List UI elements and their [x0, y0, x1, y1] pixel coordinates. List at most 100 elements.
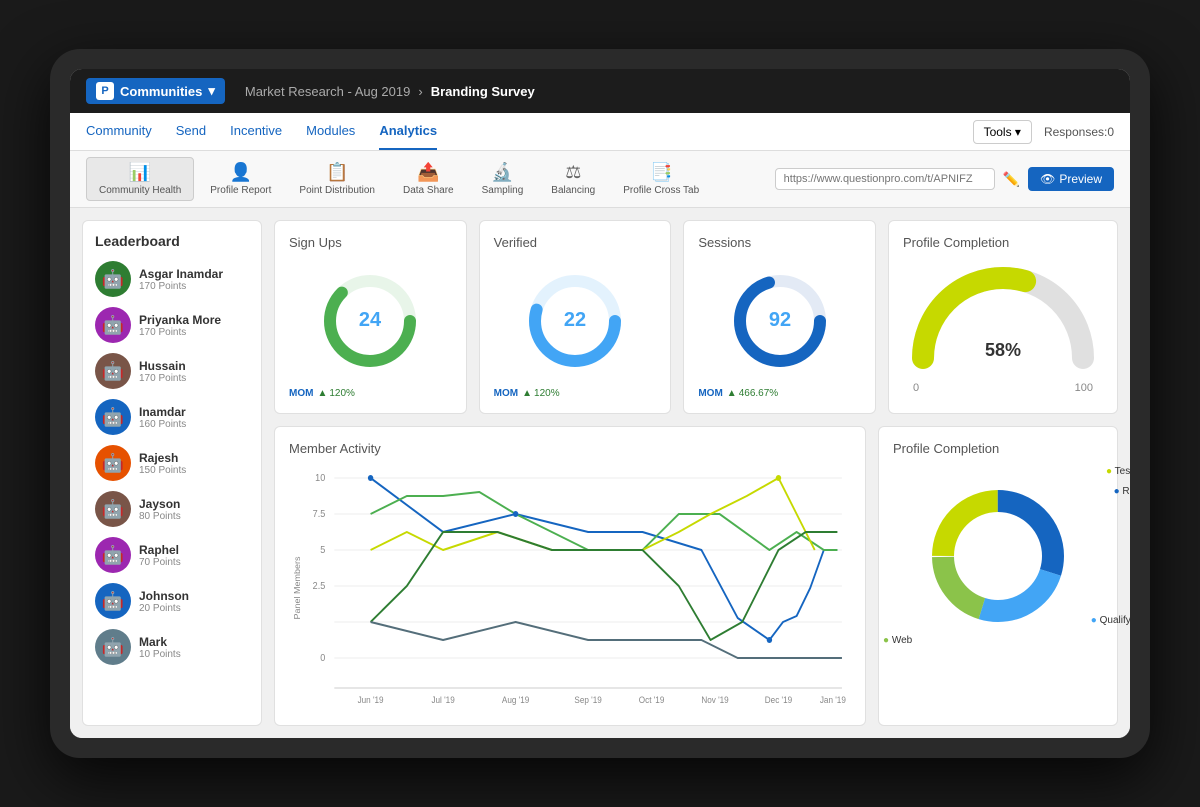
svg-text:Oct '19: Oct '19	[639, 695, 665, 705]
tab-analytics[interactable]: Analytics	[379, 113, 437, 150]
svg-text:58%: 58%	[985, 340, 1021, 360]
member-points: 170 Points	[139, 281, 249, 292]
member-points: 170 Points	[139, 327, 249, 338]
verified-change: ▲ 120%	[522, 388, 559, 399]
sampling-icon: 🔬	[491, 162, 513, 183]
signups-title: Sign Ups	[289, 235, 342, 250]
profile-gauge-card: Profile Completion 58% 0 1	[888, 220, 1118, 414]
toolbar-data-share[interactable]: 📤 Data Share	[391, 158, 466, 200]
signups-donut-container: 24	[289, 266, 452, 376]
lb-info: Asgar Inamdar 170 Points	[139, 267, 249, 292]
lb-info: Mark 10 Points	[139, 635, 249, 660]
signups-footer: MOM ▲ 120%	[289, 388, 355, 399]
sessions-mom-label: MOM	[698, 388, 722, 399]
svg-text:Jul '19: Jul '19	[431, 695, 455, 705]
signups-mom-label: MOM	[289, 388, 313, 399]
referral-legend-dot: ●	[1114, 486, 1120, 497]
svg-text:Nov '19: Nov '19	[701, 695, 729, 705]
tab-incentive[interactable]: Incentive	[230, 113, 282, 150]
sessions-card: Sessions 92 MOM ▲ 46	[683, 220, 876, 414]
sessions-title: Sessions	[698, 235, 751, 250]
stats-row: Sign Ups 24 MOM ▲ 12	[274, 220, 1118, 414]
lb-info: Inamdar 160 Points	[139, 405, 249, 430]
svg-text:Jun '19: Jun '19	[358, 695, 384, 705]
svg-text:Sep '19: Sep '19	[574, 695, 602, 705]
verified-donut-chart: 22	[520, 266, 630, 376]
member-points: 150 Points	[139, 465, 249, 476]
sessions-donut-chart: 92	[725, 266, 835, 376]
profile-gauge-title: Profile Completion	[903, 235, 1103, 250]
sessions-donut-container: 92	[698, 266, 861, 376]
toolbar-profile-report[interactable]: 👤 Profile Report	[198, 158, 283, 200]
svg-text:Aug '19: Aug '19	[502, 695, 530, 705]
toolbar-balancing[interactable]: ⚖ Balancing	[539, 158, 607, 200]
responses-badge: Responses:0	[1044, 125, 1114, 139]
member-name: Inamdar	[139, 405, 249, 419]
data-share-icon: 📤	[417, 162, 439, 183]
member-name: Hussain	[139, 359, 249, 373]
preview-button[interactable]: 👁 Preview	[1028, 167, 1114, 191]
list-item: 🤖 Johnson 20 Points	[95, 583, 249, 619]
signups-arrow-icon: ▲	[317, 388, 327, 399]
svg-text:Jan '19: Jan '19	[820, 695, 846, 705]
list-item: 🤖 Priyanka More 170 Points	[95, 307, 249, 343]
member-name: Raphel	[139, 543, 249, 557]
url-input[interactable]	[775, 168, 995, 190]
right-content: Sign Ups 24 MOM ▲ 12	[274, 220, 1118, 726]
tools-button[interactable]: Tools ▾	[973, 120, 1032, 144]
svg-text:22: 22	[564, 309, 586, 331]
tab-community[interactable]: Community	[86, 113, 152, 150]
svg-text:Dec '19: Dec '19	[765, 695, 793, 705]
breadcrumb-parent[interactable]: Market Research - Aug 2019	[245, 84, 410, 99]
list-item: 🤖 Asgar Inamdar 170 Points	[95, 261, 249, 297]
tab-send[interactable]: Send	[176, 113, 206, 150]
main-content: Leaderboard 🤖 Asgar Inamdar 170 Points 🤖…	[70, 208, 1130, 738]
toolbar-community-health[interactable]: 📊 Community Health	[86, 157, 194, 201]
gauge-container: 58% 0 100	[903, 258, 1103, 394]
member-name: Mark	[139, 635, 249, 649]
toolbar-sampling[interactable]: 🔬 Sampling	[470, 158, 536, 200]
chart-area: 10 7.5 5 2.5 0 Panel Members Jun '19 Jul…	[289, 468, 851, 708]
activity-chart: 10 7.5 5 2.5 0 Panel Members Jun '19 Jul…	[289, 468, 851, 708]
lb-info: Raphel 70 Points	[139, 543, 249, 568]
svg-text:7.5: 7.5	[313, 509, 326, 521]
profile-report-icon: 👤	[230, 162, 252, 183]
brand-label: Communities	[120, 84, 202, 99]
verified-title: Verified	[494, 235, 537, 250]
sessions-footer: MOM ▲ 466.67%	[698, 388, 778, 399]
donut-wrapper: ● Test ● Referral ● Qualifying Survey	[893, 476, 1103, 636]
secondary-nav: Community Send Incentive Modules Analyti…	[70, 113, 1130, 151]
sessions-change-value: 466.67%	[739, 388, 778, 399]
svg-text:2.5: 2.5	[313, 581, 326, 593]
point-distribution-icon: 📋	[326, 162, 348, 183]
avatar: 🤖	[95, 445, 131, 481]
list-item: 🤖 Hussain 170 Points	[95, 353, 249, 389]
svg-text:24: 24	[359, 309, 382, 331]
member-points: 160 Points	[139, 419, 249, 430]
verified-donut-container: 22	[494, 266, 657, 376]
toolbar-community-health-label: Community Health	[99, 185, 181, 196]
lb-info: Hussain 170 Points	[139, 359, 249, 384]
avatar: 🤖	[95, 307, 131, 343]
verified-footer: MOM ▲ 120%	[494, 388, 560, 399]
preview-label: Preview	[1059, 172, 1102, 186]
member-name: Johnson	[139, 589, 249, 603]
web-legend-dot: ●	[883, 635, 889, 646]
edit-url-icon[interactable]: ✏️	[1003, 171, 1020, 188]
gauge-min: 0	[913, 382, 919, 394]
device-frame: P Communities ▾ Market Research - Aug 20…	[50, 49, 1150, 758]
community-health-icon: 📊	[129, 162, 151, 183]
test-legend-dot: ●	[1106, 466, 1112, 477]
bottom-row: Member Activity	[274, 426, 1118, 726]
leaderboard-panel: Leaderboard 🤖 Asgar Inamdar 170 Points 🤖…	[82, 220, 262, 726]
tab-modules[interactable]: Modules	[306, 113, 355, 150]
member-name: Priyanka More	[139, 313, 249, 327]
legend-test: ● Test	[1106, 466, 1130, 477]
tools-area: Tools ▾ Responses:0	[973, 120, 1114, 144]
toolbar-point-distribution[interactable]: 📋 Point Distribution	[287, 158, 387, 200]
toolbar-profile-cross-tab[interactable]: 📑 Profile Cross Tab	[611, 158, 711, 200]
nav-tabs: Community Send Incentive Modules Analyti…	[86, 113, 437, 150]
brand-button[interactable]: P Communities ▾	[86, 78, 225, 104]
avatar: 🤖	[95, 537, 131, 573]
avatar: 🤖	[95, 353, 131, 389]
